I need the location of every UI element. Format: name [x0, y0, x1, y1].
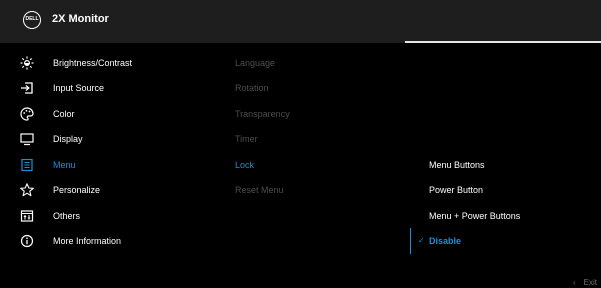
brightness-icon — [20, 56, 34, 70]
color-palette-icon — [20, 107, 34, 121]
star-icon — [20, 183, 34, 197]
option-menu-power-buttons[interactable]: Menu + Power Buttons — [429, 206, 520, 226]
display-icon — [20, 132, 34, 146]
chevron-left-icon: ‹ — [572, 278, 576, 287]
menu-icon — [20, 158, 34, 172]
selection-indicator — [410, 228, 411, 254]
main-menu-label: Display — [53, 134, 83, 144]
info-icon — [20, 234, 34, 248]
main-menu-label: Menu — [53, 160, 76, 170]
sub-menu-item-transparency[interactable]: Transparency — [235, 104, 290, 124]
main-menu-label: More Information — [53, 236, 122, 246]
main-menu-label: Brightness/Contrast — [53, 58, 133, 68]
osd-header: DELL 2X Monitor — [0, 0, 601, 43]
dell-logo: DELL — [23, 11, 41, 29]
option-menu-buttons[interactable]: Menu Buttons — [429, 155, 485, 175]
main-menu-label: Input Source — [53, 83, 105, 93]
option-power-button[interactable]: Power Button — [429, 180, 483, 200]
checkmark-icon: ✓ — [418, 236, 425, 245]
sub-menu-item-reset-menu[interactable]: Reset Menu — [235, 180, 284, 200]
sub-menu-item-rotation[interactable]: Rotation — [235, 78, 269, 98]
input-source-icon — [20, 81, 34, 95]
exit-label: Exit — [583, 278, 597, 287]
sub-menu-item-timer[interactable]: Timer — [235, 129, 258, 149]
monitor-title: 2X Monitor — [52, 13, 109, 25]
sub-menu-item-language[interactable]: Language — [235, 53, 275, 73]
main-menu-label: Personalize — [53, 185, 101, 195]
exit-control[interactable]: ‹ Exit — [573, 278, 597, 287]
main-menu-label: Color — [53, 109, 75, 119]
header-divider — [405, 41, 601, 43]
option-disable-label: Disable — [429, 236, 462, 246]
sub-menu-item-lock[interactable]: Lock — [235, 155, 254, 175]
main-menu-label: Others — [53, 211, 81, 221]
others-icon — [20, 209, 34, 223]
